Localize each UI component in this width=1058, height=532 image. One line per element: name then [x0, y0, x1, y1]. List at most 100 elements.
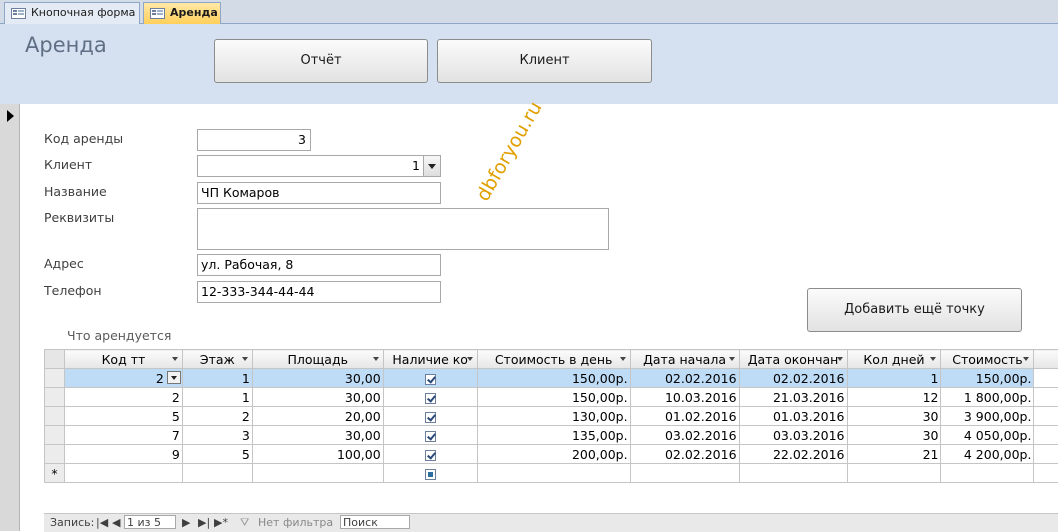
table-cell-days[interactable]: 1 — [847, 369, 941, 388]
col-header[interactable]: Площадь — [252, 350, 383, 369]
table-cell-floor[interactable]: 5 — [182, 445, 252, 464]
client-combo[interactable]: 1 — [197, 155, 441, 177]
table-row[interactable]: 7330,00 135,00р.03.02.201603.03.2016304 0… — [45, 426, 1058, 445]
table-cell-end[interactable]: 21.03.2016 — [739, 388, 847, 407]
table-cell-check[interactable] — [383, 445, 477, 464]
dropdown-button[interactable] — [423, 156, 440, 176]
first-record-button[interactable]: |◀ — [96, 514, 108, 531]
col-header[interactable]: Код тт — [64, 350, 182, 369]
table-cell[interactable] — [941, 464, 1034, 483]
table-cell-area[interactable]: 20,00 — [252, 407, 383, 426]
table-cell-check[interactable] — [383, 426, 477, 445]
col-header[interactable]: Стоимость — [941, 350, 1034, 369]
checkbox[interactable] — [425, 374, 436, 385]
filter-status[interactable]: Нет фильтра — [258, 514, 333, 531]
table-cell-price_day[interactable]: 150,00р. — [477, 388, 630, 407]
table-cell-floor[interactable]: 1 — [182, 388, 252, 407]
search-input[interactable]: Поиск — [340, 515, 410, 529]
prev-record-button[interactable]: ◀ — [112, 514, 120, 531]
checkbox[interactable] — [425, 450, 436, 461]
name-field[interactable]: ЧП Комаров — [197, 182, 441, 204]
col-header[interactable]: Дата начала — [630, 350, 739, 369]
col-header[interactable]: Стоимость в день — [477, 350, 630, 369]
row-selector[interactable] — [45, 407, 65, 426]
col-header[interactable]: Наличие ко — [383, 350, 477, 369]
table-cell-price_day[interactable]: 130,00р. — [477, 407, 630, 426]
new-row-marker[interactable]: * — [45, 464, 65, 483]
table-cell[interactable] — [182, 464, 252, 483]
checkbox[interactable] — [425, 469, 436, 480]
table-cell-price_day[interactable]: 150,00р. — [477, 369, 630, 388]
table-cell-code[interactable]: 9 — [64, 445, 182, 464]
table-cell-end[interactable]: 02.02.2016 — [739, 369, 847, 388]
row-selector[interactable] — [45, 388, 65, 407]
checkbox[interactable] — [425, 431, 436, 442]
table-cell-cost[interactable]: 1 800,00р. — [941, 388, 1034, 407]
table-row[interactable]: 5220,00 130,00р.01.02.201601.03.2016303 9… — [45, 407, 1058, 426]
table-row[interactable]: 95100,00200,00р.02.02.201622.02.2016214 … — [45, 445, 1058, 464]
new-record-button[interactable]: ▶* — [214, 514, 228, 531]
table-cell-days[interactable]: 21 — [847, 445, 941, 464]
table-cell[interactable] — [739, 464, 847, 483]
col-header[interactable]: Кол дней — [847, 350, 941, 369]
table-cell-code[interactable]: 7 — [64, 426, 182, 445]
code-field[interactable]: 3 — [197, 129, 311, 151]
table-cell-days[interactable]: 30 — [847, 426, 941, 445]
table-cell-start[interactable]: 02.02.2016 — [630, 445, 739, 464]
details-field[interactable] — [197, 208, 609, 250]
table-cell-code[interactable]: 2 — [64, 388, 182, 407]
table-cell-cost[interactable]: 4 050,00р. — [941, 426, 1034, 445]
client-button[interactable]: Клиент — [437, 39, 652, 83]
tab-rent[interactable]: Аренда — [143, 2, 221, 24]
table-row[interactable]: 2130,00150,00р.02.02.201602.02.20161150,… — [45, 369, 1058, 388]
table-cell[interactable] — [847, 464, 941, 483]
new-record-row[interactable]: * — [45, 464, 1058, 483]
chevron-down-icon[interactable] — [167, 371, 181, 384]
table-cell-code[interactable]: 2 — [64, 369, 182, 388]
table-cell-check[interactable] — [383, 407, 477, 426]
table-cell-end[interactable]: 03.03.2016 — [739, 426, 847, 445]
table-cell-area[interactable]: 30,00 — [252, 388, 383, 407]
table-cell-price_day[interactable]: 200,00р. — [477, 445, 630, 464]
row-selector[interactable] — [45, 445, 65, 464]
table-cell-check[interactable] — [383, 369, 477, 388]
row-selector[interactable] — [45, 426, 65, 445]
table-cell-area[interactable]: 30,00 — [252, 426, 383, 445]
last-record-button[interactable]: ▶| — [198, 514, 210, 531]
table-cell-floor[interactable]: 1 — [182, 369, 252, 388]
record-selector[interactable] — [0, 104, 20, 531]
checkbox[interactable] — [425, 393, 436, 404]
table-row[interactable]: 2130,00150,00р.10.03.201621.03.2016121 8… — [45, 388, 1058, 407]
tab-switchboard[interactable]: Кнопочная форма — [4, 2, 140, 24]
table-cell-price_day[interactable]: 135,00р. — [477, 426, 630, 445]
table-cell-area[interactable]: 30,00 — [252, 369, 383, 388]
table-cell-floor[interactable]: 3 — [182, 426, 252, 445]
table-cell-check[interactable] — [383, 388, 477, 407]
table-cell-start[interactable]: 10.03.2016 — [630, 388, 739, 407]
table-cell-cost[interactable]: 150,00р. — [941, 369, 1034, 388]
phone-field[interactable]: 12-333-344-44-44 — [197, 281, 441, 303]
select-all-corner[interactable] — [45, 350, 65, 369]
record-position-field[interactable]: 1 из 5 — [124, 515, 176, 529]
report-button[interactable]: Отчёт — [214, 39, 428, 83]
add-point-button[interactable]: Добавить ещё точку — [807, 288, 1022, 332]
table-cell-cost[interactable]: 4 200,00р. — [941, 445, 1034, 464]
table-cell[interactable] — [383, 464, 477, 483]
next-record-button[interactable]: ▶ — [182, 514, 190, 531]
table-cell[interactable] — [477, 464, 630, 483]
table-cell-start[interactable]: 01.02.2016 — [630, 407, 739, 426]
table-cell-cost[interactable]: 3 900,00р. — [941, 407, 1034, 426]
table-cell-days[interactable]: 30 — [847, 407, 941, 426]
checkbox[interactable] — [425, 412, 436, 423]
table-cell-end[interactable]: 01.03.2016 — [739, 407, 847, 426]
table-cell-code[interactable]: 5 — [64, 407, 182, 426]
table-cell-floor[interactable]: 2 — [182, 407, 252, 426]
table-cell-start[interactable]: 03.02.2016 — [630, 426, 739, 445]
col-header[interactable]: Дата окончан — [739, 350, 847, 369]
col-header[interactable]: Этаж — [182, 350, 252, 369]
address-field[interactable]: ул. Рабочая, 8 — [197, 254, 441, 276]
row-selector[interactable] — [45, 369, 65, 388]
table-cell-area[interactable]: 100,00 — [252, 445, 383, 464]
table-cell[interactable] — [252, 464, 383, 483]
table-cell-start[interactable]: 02.02.2016 — [630, 369, 739, 388]
